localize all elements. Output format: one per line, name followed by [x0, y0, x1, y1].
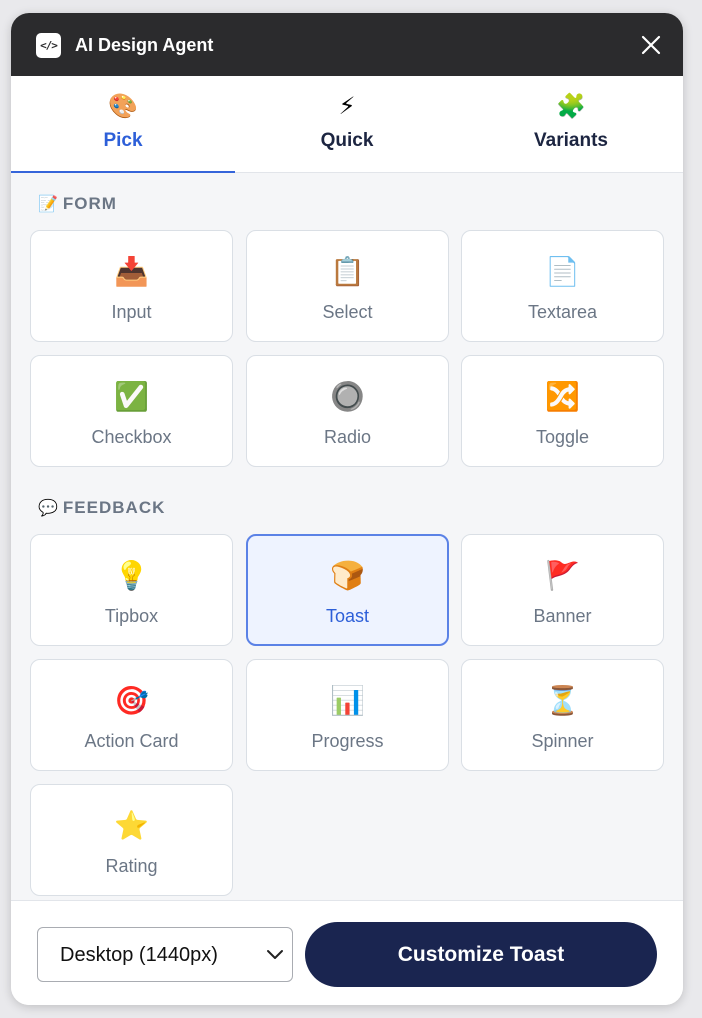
card-label: Toast: [325, 606, 370, 626]
bread-icon: 🍞: [330, 560, 365, 591]
inbox-tray-icon: 📥: [114, 256, 149, 287]
panel-title: AI Design Agent: [75, 35, 214, 55]
card-label: Banner: [533, 606, 592, 626]
section-title-feedback: 💬 FEEDBACK: [38, 497, 165, 520]
card-label: Textarea: [527, 302, 598, 322]
component-card-checkbox[interactable]: ✅ Checkbox: [30, 355, 233, 467]
code-logo-icon: </>: [36, 33, 61, 58]
component-card-banner[interactable]: 🚩 Banner: [461, 534, 664, 646]
viewport-select[interactable]: Desktop (1440px): [37, 927, 293, 982]
lightning-icon: ⚡: [338, 93, 356, 120]
component-card-spinner[interactable]: ⏳ Spinner: [461, 659, 664, 771]
component-card-textarea[interactable]: 📄 Textarea: [461, 230, 664, 342]
customize-button[interactable]: Customize Toast: [305, 922, 657, 987]
component-card-input[interactable]: 📥 Input: [30, 230, 233, 342]
component-card-progress[interactable]: 📊 Progress: [246, 659, 449, 771]
checkbox-icon: ✅: [114, 381, 149, 412]
card-label: Toggle: [535, 427, 590, 447]
card-label: Checkbox: [91, 427, 172, 447]
component-card-action-card[interactable]: 🎯 Action Card: [30, 659, 233, 771]
radio-button-icon: 🔘: [330, 381, 365, 412]
speech-bubble-icon: 💬: [38, 500, 58, 517]
mode-tabs: 🎨 Pick ⚡ Quick 🧩 Variants: [11, 76, 683, 174]
shuffle-icon: 🔀: [545, 381, 580, 412]
tab-variants[interactable]: 🧩 Variants: [459, 76, 683, 173]
clipboard-icon: 📋: [330, 256, 365, 287]
lightbulb-icon: 💡: [114, 560, 149, 591]
component-card-toast[interactable]: 🍞 Toast: [246, 534, 449, 646]
card-label: Progress: [311, 731, 384, 751]
close-icon: [641, 35, 661, 55]
card-label: Spinner: [531, 731, 594, 751]
tab-quick[interactable]: ⚡ Quick: [235, 76, 459, 173]
component-card-radio[interactable]: 🔘 Radio: [246, 355, 449, 467]
section-title-form: 📝 FORM: [38, 193, 117, 216]
palette-icon: 🎨: [108, 93, 138, 120]
tab-pick[interactable]: 🎨 Pick: [11, 76, 235, 174]
card-label: Input: [111, 302, 152, 322]
flag-icon: 🚩: [545, 560, 580, 591]
close-button[interactable]: [637, 33, 665, 57]
card-label: Radio: [323, 427, 372, 447]
component-card-select[interactable]: 📋 Select: [246, 230, 449, 342]
card-label: Rating: [105, 856, 158, 876]
card-label: Tipbox: [104, 606, 159, 626]
viewport-select-value: Desktop (1440px): [60, 944, 218, 966]
component-card-tipbox[interactable]: 💡 Tipbox: [30, 534, 233, 646]
tab-label: Quick: [320, 130, 374, 151]
section-label: FORM: [62, 194, 117, 213]
memo-icon: 📝: [38, 196, 58, 213]
star-icon: ⭐: [114, 810, 149, 841]
tab-label: Pick: [103, 130, 143, 151]
page-icon: 📄: [545, 256, 580, 287]
chevron-down-icon: [267, 950, 283, 959]
panel-header: </> AI Design Agent: [11, 13, 683, 76]
panel-footer: Desktop (1440px) Customize Toast: [11, 900, 683, 1005]
target-icon: 🎯: [114, 685, 149, 716]
component-card-rating[interactable]: ⭐ Rating: [30, 784, 233, 896]
design-agent-panel: </> AI Design Agent 🎨 Pick ⚡ Quick 🧩 Var…: [11, 13, 683, 1005]
tab-label: Variants: [534, 130, 608, 151]
puzzle-icon: 🧩: [556, 93, 586, 120]
component-card-toggle[interactable]: 🔀 Toggle: [461, 355, 664, 467]
card-label: Select: [322, 302, 373, 322]
hourglass-icon: ⏳: [545, 685, 580, 716]
component-picker: 📝 FORM 📥 Input 📋 Select 📄 Textarea ✅ Chec…: [11, 173, 683, 900]
bar-chart-icon: 📊: [330, 685, 365, 716]
section-label: FEEDBACK: [62, 498, 166, 517]
card-label: Action Card: [84, 731, 179, 751]
